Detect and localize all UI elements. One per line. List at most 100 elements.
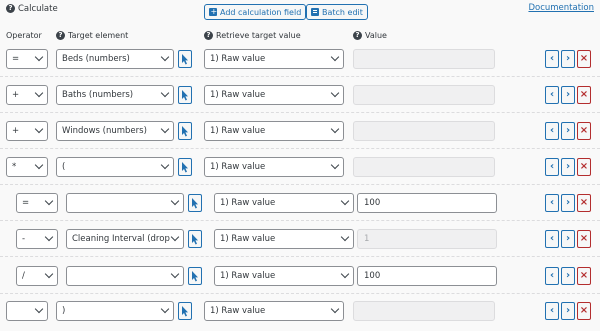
move-left-button[interactable]: ‹ [545,50,559,68]
element-picker-button[interactable] [178,86,192,104]
move-left-button[interactable]: ‹ [545,267,559,285]
delete-row-button[interactable]: × [577,194,591,212]
calculation-row: + Baths (numbers) 1) Raw value ‹ › × [0,76,600,113]
chevron-down-icon [170,196,180,206]
value-input[interactable] [353,157,495,177]
retrieve-value-select-value: 1) Raw value [210,162,266,172]
operator-select[interactable]: - [16,229,58,249]
target-element-select[interactable]: Baths (numbers) [56,85,174,105]
target-element-select[interactable]: ( [56,157,174,177]
target-element-select-value: Cleaning Interval (drop [72,234,170,244]
move-right-button[interactable]: › [561,50,575,68]
delete-row-button[interactable]: × [577,230,591,248]
move-right-button[interactable]: › [561,302,575,320]
column-header-target: ? Target element [56,31,128,40]
operator-select[interactable]: = [16,193,58,213]
column-header-retrieve: ? Retrieve target value [204,31,301,40]
target-element-select[interactable]: Beds (numbers) [56,49,174,69]
question-circle-icon[interactable]: ? [204,31,213,40]
move-right-button[interactable]: › [561,230,575,248]
delete-row-button[interactable]: × [577,122,591,140]
x-delete-icon: × [579,233,589,244]
batch-edit-button[interactable]: Batch edit [306,4,368,20]
x-delete-icon: × [579,197,589,208]
element-picker-button[interactable] [178,302,192,320]
delete-row-button[interactable]: × [577,86,591,104]
x-delete-icon: × [579,161,589,172]
target-element-select[interactable]: Windows (numbers) [56,121,174,141]
calculate-label: ? Calculate [6,4,58,14]
value-input[interactable] [353,301,495,321]
retrieve-value-select[interactable]: 1) Raw value [214,193,354,213]
documentation-link[interactable]: Documentation [528,3,594,13]
cursor-arrow-icon [182,90,188,101]
value-input[interactable] [353,85,495,105]
retrieve-value-select[interactable]: 1) Raw value [204,85,344,105]
move-left-button[interactable]: ‹ [545,194,559,212]
chevron-right-icon: › [565,161,571,172]
add-calculation-field-button[interactable]: Add calculation field [204,4,307,20]
operator-select-value: = [22,198,30,208]
element-picker-button[interactable] [178,158,192,176]
delete-row-button[interactable]: × [577,267,591,285]
calculation-row: + Windows (numbers) 1) Raw value ‹ › × [0,112,600,149]
move-left-button[interactable]: ‹ [545,230,559,248]
move-left-button[interactable]: ‹ [545,158,559,176]
retrieve-value-select[interactable]: 1) Raw value [214,266,354,286]
operator-select[interactable]: + [6,121,48,141]
move-right-button[interactable]: › [561,158,575,176]
chevron-right-icon: › [565,89,571,100]
value-input[interactable] [353,121,495,141]
question-circle-icon[interactable]: ? [353,31,362,40]
element-picker-button[interactable] [178,50,192,68]
retrieve-value-select[interactable]: 1) Raw value [214,229,354,249]
element-picker-button[interactable] [178,122,192,140]
cursor-arrow-icon [192,271,198,282]
value-input[interactable] [353,49,495,69]
retrieve-value-select[interactable]: 1) Raw value [204,301,344,321]
move-right-button[interactable]: › [561,194,575,212]
move-left-button[interactable]: ‹ [545,86,559,104]
operator-select[interactable]: = [6,49,48,69]
operator-select[interactable] [6,301,48,321]
question-circle-icon[interactable]: ? [6,4,15,13]
delete-row-button[interactable]: × [577,50,591,68]
move-left-button[interactable]: ‹ [545,302,559,320]
move-left-button[interactable]: ‹ [545,122,559,140]
target-element-select[interactable] [66,193,184,213]
retrieve-value-select[interactable]: 1) Raw value [204,49,344,69]
retrieve-value-select-value: 1) Raw value [210,54,266,64]
chevron-left-icon: ‹ [549,233,555,244]
element-picker-button[interactable] [188,194,202,212]
value-input[interactable]: 100 [357,266,497,286]
delete-row-button[interactable]: × [577,302,591,320]
move-right-button[interactable]: › [561,267,575,285]
element-picker-button[interactable] [188,267,202,285]
target-element-select[interactable]: Cleaning Interval (drop [66,229,184,249]
calculation-row: = 1) Raw value 100 ‹ › × [0,184,600,221]
retrieve-value-select-value: 1) Raw value [210,90,266,100]
operator-select-value: - [22,234,26,244]
target-element-select-value: ( [62,162,66,172]
retrieve-value-select[interactable]: 1) Raw value [204,121,344,141]
operator-select[interactable]: / [16,266,58,286]
x-delete-icon: × [579,53,589,64]
move-right-button[interactable]: › [561,86,575,104]
chevron-right-icon: › [565,233,571,244]
chevron-left-icon: ‹ [549,161,555,172]
chevron-right-icon: › [565,197,571,208]
element-picker-button[interactable] [188,230,202,248]
delete-row-button[interactable]: × [577,158,591,176]
target-element-select[interactable] [66,266,184,286]
move-right-button[interactable]: › [561,122,575,140]
value-input[interactable]: 1 [357,229,497,249]
target-element-select[interactable]: ) [56,301,174,321]
value-input[interactable]: 100 [357,193,497,213]
operator-select[interactable]: * [6,157,48,177]
x-delete-icon: × [579,305,589,316]
operator-select[interactable]: + [6,85,48,105]
column-header-value: ? Value [353,31,387,40]
retrieve-value-select[interactable]: 1) Raw value [204,157,344,177]
question-circle-icon[interactable]: ? [56,31,65,40]
column-header-operator: Operator [6,31,42,40]
